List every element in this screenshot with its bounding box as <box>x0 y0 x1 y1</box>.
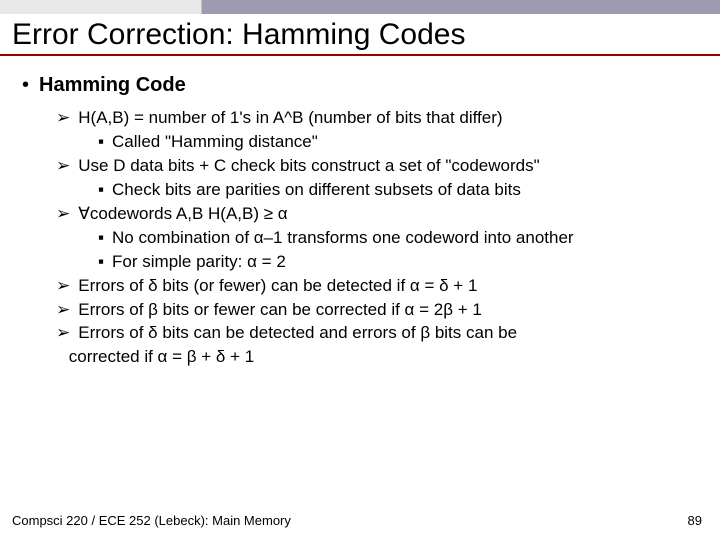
slide-title: Error Correction: Hamming Codes <box>0 14 720 56</box>
list-item: ➢ ∀codewords A,B H(A,B) ≥ α <box>56 203 704 226</box>
heading-text: Hamming Code <box>39 74 186 97</box>
item-text: H(A,B) = number of 1's in A^B (number of… <box>78 107 502 130</box>
arrow-icon: ➢ <box>56 299 70 322</box>
top-accent-bar <box>0 0 720 14</box>
item-text: ∀codewords A,B H(A,B) ≥ α <box>78 203 287 226</box>
arrow-icon: ➢ <box>56 275 70 298</box>
square-icon: ▪ <box>98 179 104 202</box>
arrow-icon: ➢ <box>56 203 70 226</box>
list-item: ➢ H(A,B) = number of 1's in A^B (number … <box>56 107 704 130</box>
item-text: Errors of δ bits can be detected and err… <box>78 322 517 345</box>
arrow-icon: ➢ <box>56 322 70 345</box>
subitem-text: Check bits are parities on different sub… <box>112 179 521 202</box>
list-item: ➢ Errors of δ bits can be detected and e… <box>56 322 704 345</box>
item-text: Errors of β bits or fewer can be correct… <box>78 299 482 322</box>
item-text-cont: corrected if α = β + δ + 1 <box>69 346 254 369</box>
subitem-text: For simple parity: α = 2 <box>112 251 286 274</box>
subitem-text: No combination of α–1 transforms one cod… <box>112 227 574 250</box>
list-item: ➢ Use D data bits + C check bits constru… <box>56 155 704 178</box>
list-subitem: ▪ No combination of α–1 transforms one c… <box>56 227 704 250</box>
square-icon: ▪ <box>98 131 104 154</box>
slide-body: • Hamming Code ➢ H(A,B) = number of 1's … <box>0 74 720 369</box>
footer-page-number: 89 <box>688 513 702 528</box>
list-subitem: ▪ For simple parity: α = 2 <box>56 251 704 274</box>
slide-footer: Compsci 220 / ECE 252 (Lebeck): Main Mem… <box>12 513 702 528</box>
bullet-list: ➢ H(A,B) = number of 1's in A^B (number … <box>22 107 704 369</box>
arrow-icon: ➢ <box>56 107 70 130</box>
square-icon: ▪ <box>98 227 104 250</box>
list-subitem: ▪ Check bits are parities on different s… <box>56 179 704 202</box>
subitem-text: Called "Hamming distance" <box>112 131 318 154</box>
bullet-dot-icon: • <box>22 75 29 95</box>
list-subitem: ▪ Called "Hamming distance" <box>56 131 704 154</box>
square-icon: ▪ <box>98 251 104 274</box>
list-item-continuation: corrected if α = β + δ + 1 <box>56 346 704 369</box>
arrow-icon: ➢ <box>56 155 70 178</box>
list-item: ➢ Errors of β bits or fewer can be corre… <box>56 299 704 322</box>
item-text: Errors of δ bits (or fewer) can be detec… <box>78 275 477 298</box>
list-item: ➢ Errors of δ bits (or fewer) can be det… <box>56 275 704 298</box>
item-text: Use D data bits + C check bits construct… <box>78 155 539 178</box>
heading-row: • Hamming Code <box>22 74 704 97</box>
footer-left: Compsci 220 / ECE 252 (Lebeck): Main Mem… <box>12 513 291 528</box>
spacer <box>56 346 61 369</box>
